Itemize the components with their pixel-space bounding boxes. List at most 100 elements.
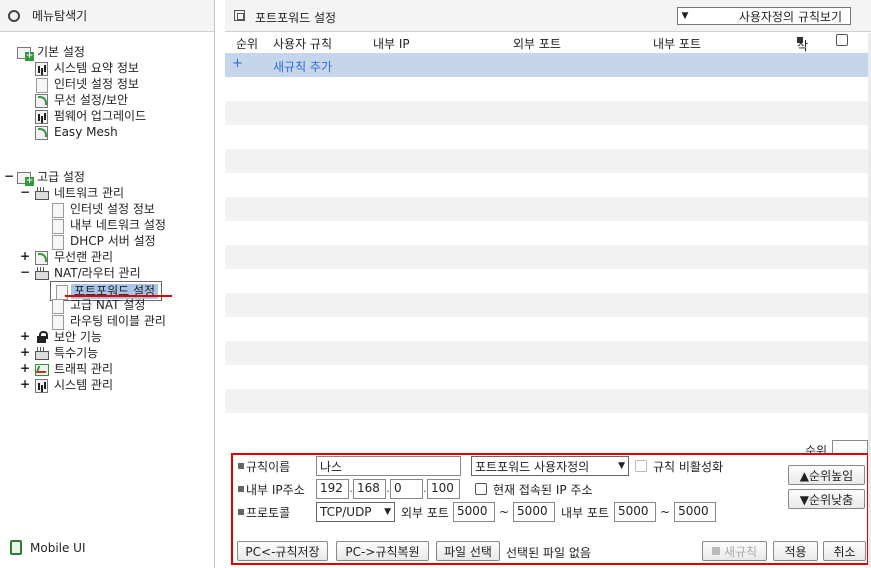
restore-from-pc-button[interactable]: PC->규칙복원 (336, 541, 429, 561)
page-title: 포트포워드 설정 (255, 11, 337, 25)
protocol-row: 프로토콜 TCP/UDP ▼ 외부 포트 5000 ~ 5000 내부 포트 50… (233, 501, 717, 523)
chevron-down-icon: ▼ (618, 461, 625, 471)
tree-special-features[interactable]: 특수기능 (34, 345, 101, 361)
menu-explorer-title: 메뉴탐색기 (32, 9, 88, 23)
external-port-to[interactable]: 5000 (513, 502, 556, 522)
protocol-label: 프로토콜 (246, 505, 291, 520)
empty-rule-row (225, 173, 868, 197)
collapse-icon[interactable]: − (20, 185, 30, 199)
network-icon (34, 186, 49, 200)
page-icon (50, 234, 65, 250)
tree-wireless-management[interactable]: 무선랜 관리 (34, 249, 116, 265)
ip-octet-4[interactable]: 100 (427, 479, 460, 499)
rank-down-button[interactable]: ▼순위낮춤 (788, 489, 865, 509)
folder-icon (17, 45, 34, 61)
page-icon (50, 202, 65, 218)
external-port-from[interactable]: 5000 (452, 502, 495, 522)
expand-icon[interactable]: + (20, 361, 30, 375)
wifi-icon (34, 250, 49, 265)
ip-octet-3[interactable]: 0 (390, 479, 423, 499)
internal-port-from[interactable]: 5000 (614, 502, 657, 522)
selection-underline (65, 295, 172, 297)
rule-type-select[interactable]: 포트포워드 사용자정의 ▼ (471, 456, 629, 476)
bullet (238, 509, 244, 515)
tree-easy-mesh[interactable]: Easy Mesh (34, 124, 121, 140)
ip-octet-2[interactable]: 168 (353, 479, 386, 499)
empty-rule-row (225, 365, 868, 389)
expand-icon[interactable]: + (20, 329, 30, 343)
tree-lan-settings[interactable]: 내부 네트워크 설정 (50, 217, 169, 234)
ip-label: 내부 IP주소 (246, 482, 305, 497)
chart-icon (34, 378, 49, 393)
tree-security[interactable]: 보안 기능 (34, 329, 105, 345)
page-icon (50, 298, 65, 314)
current-ip-checkbox[interactable] (475, 483, 487, 495)
empty-rule-row (225, 77, 868, 101)
tree-nat-router[interactable]: NAT/라우터 관리 (34, 265, 144, 281)
empty-rule-row (225, 221, 868, 245)
tree-dhcp-settings[interactable]: DHCP 서버 설정 (50, 233, 159, 250)
tree-firmware-upgrade[interactable]: 펌웨어 업그레이드 (34, 108, 149, 124)
ip-row: 내부 IP주소 192 . 168 . 0 . 100 현재 접속된 IP 주소 (233, 478, 593, 500)
internal-port-to[interactable]: 5000 (674, 502, 717, 522)
empty-rule-row (225, 269, 868, 293)
collapse-icon[interactable]: − (4, 169, 14, 183)
wifi-icon (34, 125, 49, 140)
disable-rule-label: 규칙 비활성화 (653, 459, 724, 474)
chart-icon (34, 61, 49, 76)
apply-button[interactable]: 적용 (773, 541, 818, 561)
tree-system-summary[interactable]: 시스템 요약 정보 (34, 60, 142, 76)
monitor-icon (34, 77, 49, 93)
empty-rule-row (225, 125, 868, 149)
special-icon (34, 346, 49, 360)
mobile-ui-link[interactable]: Mobile UI (10, 540, 86, 555)
tree-advanced-settings[interactable]: 고급 설정 (17, 169, 88, 186)
lock-icon (34, 330, 49, 344)
tree-traffic-management[interactable]: 트래픽 관리 (34, 361, 116, 377)
rule-edit-form: 규칙이름 나스 포트포워드 사용자정의 ▼ 규칙 비활성화 내부 IP주소 192… (231, 453, 869, 565)
page-icon (234, 10, 245, 21)
wifi-icon (34, 93, 49, 108)
content-panel: 포트포워드 설정 ▼ 사용자정의 규칙보기 순위 사용자 규칙 내부 IP 외부… (225, 0, 871, 568)
tree-basic-settings[interactable]: 기본 설정 (17, 44, 88, 61)
file-select-button[interactable]: 파일 선택 (436, 541, 500, 561)
empty-rule-row (225, 101, 868, 125)
tree-advanced-nat[interactable]: 고급 NAT 설정 (50, 297, 148, 314)
rule-name-label: 규칙이름 (246, 459, 291, 474)
bullet (238, 463, 244, 469)
plus-icon: + (232, 56, 243, 71)
empty-rule-row (225, 149, 868, 173)
empty-rule-row (225, 245, 868, 269)
page-icon (50, 218, 65, 234)
save-to-pc-button[interactable]: PC<-규칙저장 (237, 541, 328, 561)
add-rule-label: 새규칙 추가 (273, 60, 333, 74)
disable-rule-checkbox[interactable] (635, 460, 647, 472)
col-user-rule: 사용자 규칙 (273, 37, 333, 51)
internal-port-label: 내부 포트 (561, 505, 610, 520)
expand-icon[interactable]: + (20, 345, 30, 359)
tree-network-management[interactable]: 네트워크 관리 (34, 185, 127, 201)
empty-rule-row (225, 197, 868, 221)
delete-all-checkbox[interactable] (836, 34, 848, 46)
chevron-down-icon: ▼ (384, 507, 391, 517)
expand-icon[interactable]: + (20, 377, 30, 391)
protocol-select[interactable]: TCP/UDP ▼ (316, 502, 395, 522)
mobile-icon (10, 540, 22, 555)
add-rule-row[interactable]: + 새규칙 추가 (225, 53, 868, 77)
view-rules-select[interactable]: ▼ 사용자정의 규칙보기 (677, 7, 851, 25)
rank-up-button[interactable]: ▲순위높임 (788, 465, 865, 485)
tree-internet-settings[interactable]: 인터넷 설정 정보 (50, 201, 158, 218)
rule-name-input[interactable]: 나스 (316, 456, 461, 476)
collapse-icon[interactable]: − (20, 265, 30, 279)
menu-explorer-icon (8, 9, 20, 22)
cancel-button[interactable]: 취소 (823, 541, 866, 561)
new-rule-button[interactable]: 새규칙 (702, 541, 767, 561)
tree-routing-table[interactable]: 라우팅 테이블 관리 (50, 313, 169, 330)
tree-internet-info[interactable]: 인터넷 설정 정보 (34, 76, 142, 93)
tree-wireless-security[interactable]: 무선 설정/보안 (34, 92, 131, 108)
expand-icon[interactable]: + (20, 249, 30, 263)
tree-system-management[interactable]: 시스템 관리 (34, 377, 116, 393)
empty-rule-row (225, 389, 868, 413)
rule-name-row: 규칙이름 나스 포트포워드 사용자정의 ▼ 규칙 비활성화 (233, 455, 723, 477)
ip-octet-1[interactable]: 192 (316, 479, 349, 499)
